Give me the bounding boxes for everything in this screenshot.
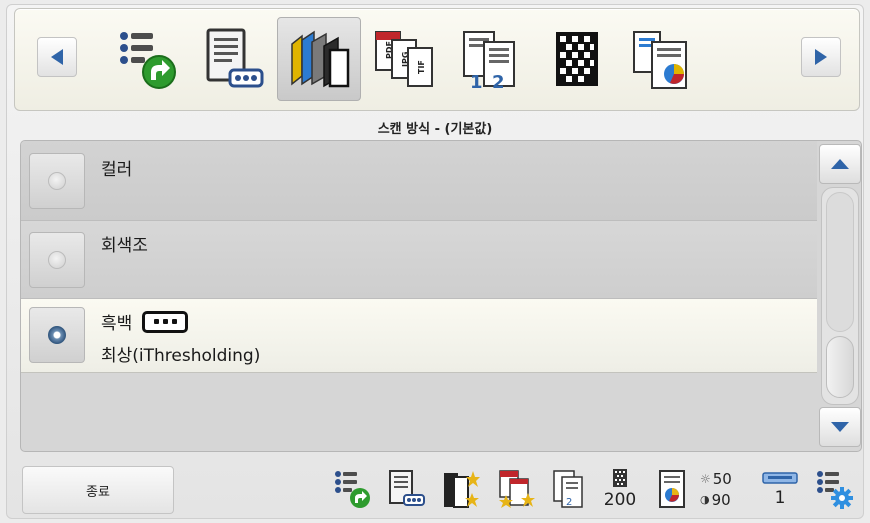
contrast-stat: ◑ 90 <box>700 491 731 509</box>
color-pages-icon <box>291 30 350 88</box>
brightness-value: 50 <box>712 469 732 488</box>
pie-document-icon <box>659 470 685 508</box>
scrollbar-track-groove <box>826 192 854 332</box>
status-scan-mode[interactable] <box>438 462 482 516</box>
option-color-radio[interactable] <box>29 153 85 209</box>
status-advanced-settings[interactable] <box>810 462 858 516</box>
status-resolution[interactable]: 200 <box>598 462 642 516</box>
svg-text:2: 2 <box>492 72 505 92</box>
toolbar-prev-button[interactable] <box>37 37 77 77</box>
option-grayscale-label: 회색조 <box>101 236 148 256</box>
svg-text:2: 2 <box>566 497 572 508</box>
page-order-icon: 1 2 <box>463 31 515 92</box>
brightness-icon: ☼ <box>700 471 711 486</box>
scrollbar-thumb[interactable] <box>826 336 854 398</box>
contrast-icon: ◑ <box>700 493 710 506</box>
copies-value: 1 <box>774 488 786 508</box>
tool-shortcut-settings[interactable] <box>105 17 189 101</box>
pdf-stack-star-icon <box>499 470 535 508</box>
tool-document-settings[interactable] <box>191 17 275 101</box>
resolution-value: 200 <box>603 490 637 510</box>
scrollbar-track[interactable] <box>821 187 859 405</box>
contrast-value: 90 <box>711 490 731 509</box>
option-black-white-radio[interactable] <box>29 307 85 363</box>
scanner-tray-icon <box>762 472 798 484</box>
option-grayscale-radio[interactable] <box>29 232 85 288</box>
scan-mode-list: 컬러 회색조 흑백 최상(iThresholding) <box>20 140 862 452</box>
bw-pages-star-icon <box>444 471 480 508</box>
svg-text:1: 1 <box>470 72 483 92</box>
tool-page-numbering[interactable]: 1 2 <box>449 17 533 101</box>
document-dots-icon <box>389 470 425 506</box>
status-page-numbering[interactable]: 2 <box>548 462 588 516</box>
radio-on-icon <box>48 326 66 344</box>
tool-resolution[interactable] <box>535 17 619 101</box>
triangle-down-icon <box>831 422 849 432</box>
scan-mode-title: 스캔 방식 - (기본값) <box>377 122 493 137</box>
tool-file-format[interactable]: PDF JPG TIF <box>363 17 447 101</box>
option-color-label: 컬러 <box>101 160 133 180</box>
pdf-jpg-tif-icon: PDF JPG TIF <box>375 31 433 87</box>
status-document[interactable] <box>384 462 428 516</box>
status-image-processing[interactable] <box>652 462 692 516</box>
status-copies[interactable]: 1 <box>758 462 802 516</box>
tool-image-processing[interactable] <box>621 17 705 101</box>
brightness-stat: ☼ 50 <box>700 470 732 488</box>
option-black-white-label-wrap: 흑백 <box>101 309 189 334</box>
arrow-left-icon <box>51 49 63 65</box>
triangle-up-icon <box>831 159 849 169</box>
status-shortcut[interactable] <box>330 462 374 516</box>
radio-off-icon <box>48 172 66 190</box>
dot-grid-icon <box>613 469 627 487</box>
toolbar-next-button[interactable] <box>801 37 841 77</box>
option-black-white-sublabel: 최상(iThresholding) <box>101 346 261 366</box>
option-black-white[interactable]: 흑백 최상(iThresholding) <box>21 299 817 373</box>
option-color[interactable]: 컬러 <box>21 141 817 221</box>
status-brightness-contrast[interactable]: ☼ 50 ◑ 90 <box>700 462 748 516</box>
scroll-up-button[interactable] <box>819 144 861 184</box>
shortcut-list-icon <box>335 471 370 508</box>
svg-text:TIF: TIF <box>417 60 426 74</box>
radio-off-icon <box>48 251 66 269</box>
settings-list-gear-icon <box>817 471 853 509</box>
page-order-icon: 2 <box>553 470 583 508</box>
status-file-format[interactable] <box>494 462 538 516</box>
option-grayscale[interactable]: 회색조 <box>21 221 817 299</box>
settings-toolbar: PDF JPG TIF 1 2 <box>14 8 860 111</box>
pie-document-icon <box>633 31 687 89</box>
tool-scan-mode[interactable] <box>277 17 361 101</box>
document-dots-icon <box>206 28 264 88</box>
option-black-white-label: 흑백 <box>101 314 133 334</box>
close-button[interactable]: 종료 <box>22 466 174 514</box>
shortcut-list-icon <box>120 32 176 89</box>
scroll-down-button[interactable] <box>819 407 861 447</box>
arrow-right-icon <box>815 49 827 65</box>
more-options-icon[interactable] <box>142 310 189 333</box>
dot-grid-icon <box>556 32 598 86</box>
